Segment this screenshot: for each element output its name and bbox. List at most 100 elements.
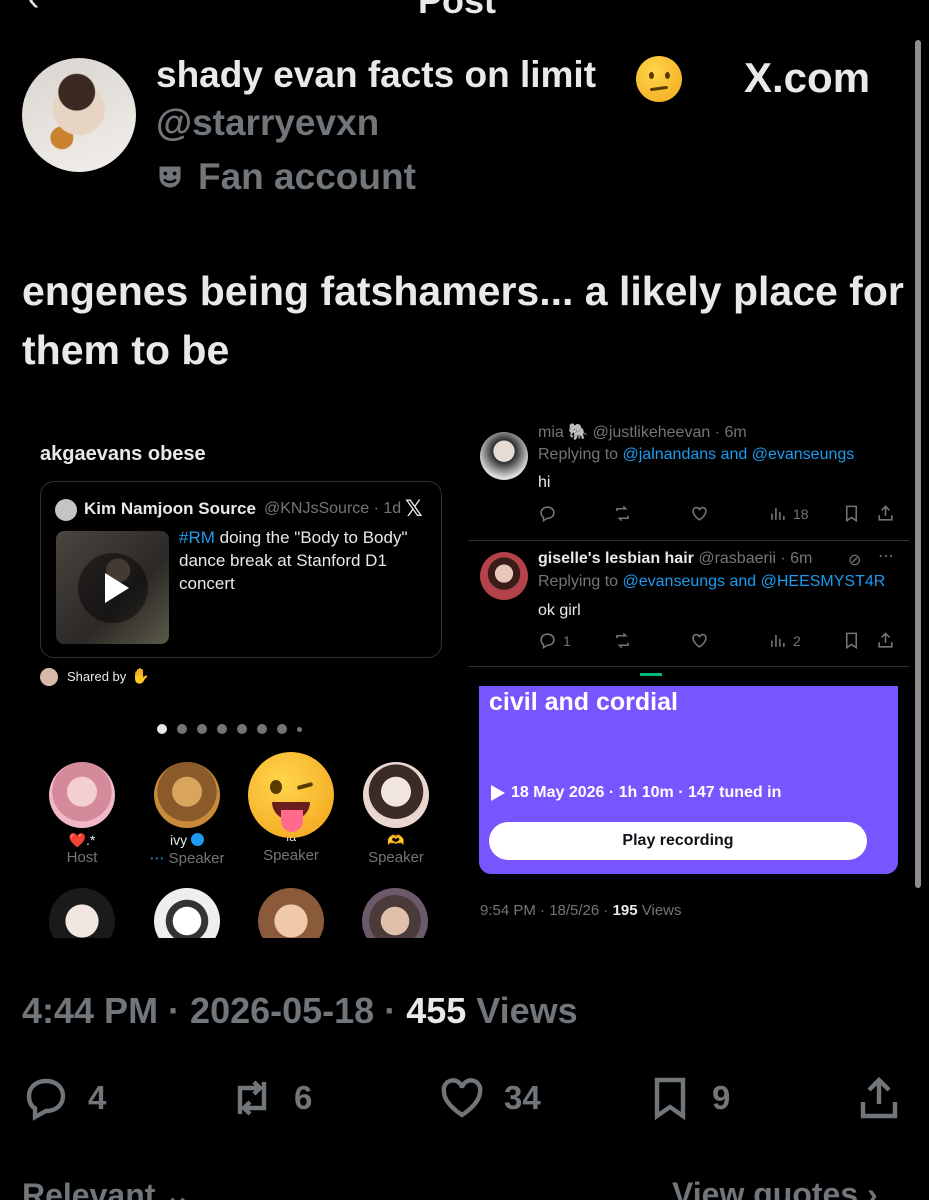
like-button[interactable]	[690, 631, 709, 650]
x-logo-icon: 𝕏	[405, 496, 423, 521]
bar-chart-icon	[771, 634, 785, 647]
views-count: 2	[793, 632, 801, 649]
views-button[interactable]: 18	[768, 504, 809, 523]
author-handle[interactable]: @starryevxn	[156, 102, 379, 144]
bookmark-icon	[845, 505, 858, 523]
repost-button[interactable]	[613, 504, 632, 523]
speaker-name: 🫶	[387, 832, 405, 848]
speaker-avatar	[154, 762, 220, 828]
heart-hands-icon: ✋	[131, 668, 150, 685]
play-recording-button[interactable]: Play recording	[489, 822, 867, 860]
embedded-views-count: 195	[612, 902, 638, 919]
sort-replies-dropdown[interactable]: Relevant ⌄	[22, 1176, 191, 1200]
speaker-ivy[interactable]: ivy ⋯ Speaker	[132, 762, 242, 867]
divider	[468, 666, 909, 667]
share-icon	[878, 632, 893, 648]
speaker-name: ivy	[132, 832, 242, 849]
like-button[interactable]: 34	[438, 1074, 541, 1122]
reply-author-handle[interactable]: @rasbaerii · 6m	[698, 550, 812, 567]
x-com-watermark: X.com	[744, 54, 871, 101]
back-arrow-icon[interactable]: ‹	[28, 0, 39, 19]
share-button[interactable]	[876, 504, 895, 523]
bookmark-count: 9	[712, 1079, 731, 1116]
bar-chart-icon	[771, 507, 785, 520]
performing-arts-mask-icon	[159, 166, 181, 188]
play-icon[interactable]	[78, 553, 148, 623]
bookmark-button[interactable]: 9	[646, 1074, 730, 1122]
carousel-dots[interactable]	[157, 724, 302, 734]
space-title-left: akgaevans obese	[40, 443, 206, 465]
heart-icon	[441, 1078, 483, 1118]
speaker-four[interactable]: 🫶 Speaker	[341, 762, 451, 866]
speaker-name: ❤️.*	[68, 832, 96, 848]
repost-icon	[616, 505, 629, 522]
space-meta: 18 May 2026 · 1h 10m · 147 tuned in	[491, 784, 781, 802]
speaker-role: ⋯ Speaker	[149, 850, 225, 867]
tweet-text: engenes being fatshamers... a likely pla…	[22, 268, 904, 373]
repost-button[interactable]	[613, 631, 632, 650]
listener-avatar[interactable]	[49, 888, 115, 938]
space-recording-card[interactable]: civil and cordial 18 May 2026 · 1h 10m ·…	[479, 686, 898, 874]
scrollbar[interactable]	[915, 40, 921, 888]
reply-avatar[interactable]	[480, 552, 528, 600]
like-button[interactable]	[690, 504, 709, 523]
reply-button[interactable]	[538, 504, 557, 523]
mention-link[interactable]: @evanseungs and @HEESMYST4R	[623, 573, 886, 590]
repost-icon	[237, 1080, 267, 1116]
share-button[interactable]	[876, 631, 895, 650]
speaking-indicator-icon: ⋯	[149, 850, 165, 867]
replies-panel: mia 🐘 @justlikeheevan · 6m Replying to @…	[468, 418, 909, 938]
reply-count: 4	[88, 1079, 107, 1116]
page-title: Post	[418, 0, 497, 21]
shared-by-avatar	[40, 668, 58, 686]
speaker-emoji[interactable]: ıa Speaker	[236, 752, 346, 864]
reply-button[interactable]: 1	[538, 631, 571, 650]
bookmark-button[interactable]	[842, 631, 861, 650]
reply-icon	[540, 633, 555, 650]
speaker-role: Speaker	[368, 849, 424, 866]
source-avatar	[55, 499, 77, 521]
share-button[interactable]	[855, 1074, 903, 1122]
repost-button[interactable]: 6	[228, 1074, 312, 1122]
embedded-timestamp: 9:54 PM · 18/5/26 · 195 Views	[480, 902, 682, 919]
speaker-host[interactable]: ❤️.* Host	[27, 762, 137, 866]
replying-to-line: Replying to @evanseungs and @HEESMYST4R	[538, 573, 886, 590]
shared-post-card[interactable]: Kim Namjoon Source @KNJsSource · 1d 𝕏 #R…	[40, 481, 442, 658]
like-count: 34	[504, 1079, 541, 1116]
bookmark-icon	[845, 632, 858, 650]
share-icon	[860, 1076, 898, 1119]
listener-avatar[interactable]	[362, 888, 428, 938]
author-avatar[interactable]	[22, 58, 136, 172]
hashtag-link[interactable]: #RM	[179, 528, 215, 547]
video-thumbnail[interactable]	[56, 531, 169, 644]
divider	[468, 540, 909, 541]
reply-author-name[interactable]: giselle's lesbian hair	[538, 550, 694, 567]
replying-to-line: Replying to @jalnandans and @evanseungs	[538, 446, 855, 463]
listener-avatar[interactable]	[154, 888, 220, 938]
grok-icon[interactable]: ⊘	[848, 550, 861, 570]
mention-link[interactable]: @jalnandans and @evanseungs	[623, 446, 855, 463]
reply-icon	[540, 506, 555, 523]
reply-icon	[26, 1078, 66, 1121]
listener-avatar[interactable]	[258, 888, 324, 938]
speaker-role: Speaker	[263, 847, 319, 864]
views-count: 455	[406, 990, 467, 1031]
source-name: Kim Namjoon Source	[84, 499, 256, 518]
reply-button[interactable]: 4	[22, 1074, 106, 1122]
reply-text: ok girl	[538, 602, 581, 619]
source-handle: @KNJsSource · 1d	[264, 500, 402, 517]
reply-text: hi	[538, 474, 551, 491]
reply-avatar[interactable]	[480, 432, 528, 480]
fan-account-text: Fan account	[198, 156, 416, 197]
attached-image[interactable]: akgaevans obese Kim Namjoon Source @KNJs…	[20, 418, 909, 938]
fan-account-label: Fan account	[156, 156, 416, 198]
author-name[interactable]: shady evan facts on limit	[156, 54, 596, 96]
repost-count: 6	[294, 1079, 313, 1116]
speaker-role: Host	[66, 849, 98, 866]
view-quotes-link[interactable]: View quotes ›	[672, 1176, 878, 1200]
more-icon[interactable]: ⋯	[878, 546, 894, 566]
views-button[interactable]: 2	[768, 631, 801, 650]
verified-badge-icon	[191, 833, 204, 846]
views-count: 18	[793, 505, 809, 522]
bookmark-button[interactable]	[842, 504, 861, 523]
